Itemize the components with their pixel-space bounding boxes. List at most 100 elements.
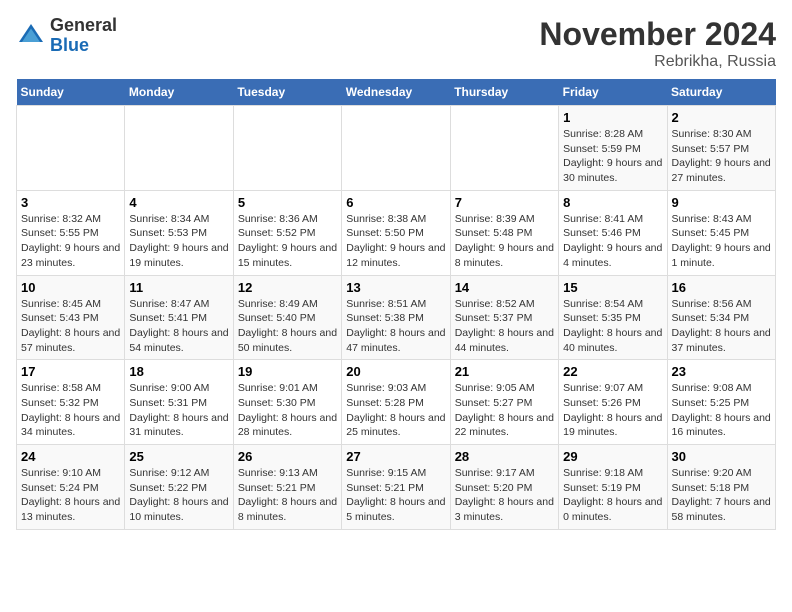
calendar-day-cell: 15 Sunrise: 8:54 AMSunset: 5:35 PMDayligh… xyxy=(559,275,667,360)
calendar-day-cell: 23Sunrise: 9:08 AMSunset: 5:25 PMDayligh… xyxy=(667,360,775,445)
calendar-day-cell: 28Sunrise: 9:17 AMSunset: 5:20 PMDayligh… xyxy=(450,445,558,530)
day-info: Sunrise: 9:17 AMSunset: 5:20 PMDaylight:… xyxy=(455,466,554,525)
day-of-week-header: Tuesday xyxy=(233,79,341,106)
day-of-week-header: Sunday xyxy=(17,79,125,106)
day-info: Sunrise: 8:30 AMSunset: 5:57 PMDaylight:… xyxy=(672,127,771,186)
day-info: Sunrise: 8:43 AMSunset: 5:45 PMDaylight:… xyxy=(672,212,771,271)
day-info: Sunrise: 9:15 AMSunset: 5:21 PMDaylight:… xyxy=(346,466,445,525)
day-number: 30 xyxy=(672,449,771,464)
calendar-header-row: SundayMondayTuesdayWednesdayThursdayFrid… xyxy=(17,79,776,106)
calendar-day-cell: 6 Sunrise: 8:38 AMSunset: 5:50 PMDaylight… xyxy=(342,190,450,275)
day-info: Sunrise: 8:45 AMSunset: 5:43 PMDaylight:… xyxy=(21,297,120,356)
day-of-week-header: Wednesday xyxy=(342,79,450,106)
day-info: Sunrise: 9:20 AMSunset: 5:18 PMDaylight:… xyxy=(672,466,771,525)
calendar-day-cell: 4 Sunrise: 8:34 AMSunset: 5:53 PMDaylight… xyxy=(125,190,233,275)
calendar-week-row: 1 Sunrise: 8:28 AMSunset: 5:59 PMDaylight… xyxy=(17,106,776,191)
day-number: 6 xyxy=(346,195,445,210)
day-info: Sunrise: 8:56 AMSunset: 5:34 PMDaylight:… xyxy=(672,297,771,356)
day-number: 20 xyxy=(346,364,445,379)
calendar-day-cell: 7 Sunrise: 8:39 AMSunset: 5:48 PMDaylight… xyxy=(450,190,558,275)
day-number: 26 xyxy=(238,449,337,464)
day-number: 2 xyxy=(672,110,771,125)
calendar-day-cell: 18Sunrise: 9:00 AMSunset: 5:31 PMDayligh… xyxy=(125,360,233,445)
calendar-day-cell: 14Sunrise: 8:52 AMSunset: 5:37 PMDayligh… xyxy=(450,275,558,360)
day-of-week-header: Saturday xyxy=(667,79,775,106)
day-number: 21 xyxy=(455,364,554,379)
day-number: 13 xyxy=(346,280,445,295)
calendar-day-cell: 9Sunrise: 8:43 AMSunset: 5:45 PMDaylight… xyxy=(667,190,775,275)
calendar-day-cell: 3 Sunrise: 8:32 AMSunset: 5:55 PMDaylight… xyxy=(17,190,125,275)
calendar-day-cell: 8 Sunrise: 8:41 AMSunset: 5:46 PMDaylight… xyxy=(559,190,667,275)
logo-icon xyxy=(16,21,46,51)
day-info: Sunrise: 9:07 AMSunset: 5:26 PMDaylight:… xyxy=(563,381,662,440)
title-block: November 2024 Rebrikha, Russia xyxy=(539,16,776,71)
calendar-day-cell xyxy=(342,106,450,191)
day-info: Sunrise: 8:47 AMSunset: 5:41 PMDaylight:… xyxy=(129,297,228,356)
calendar-day-cell: 17 Sunrise: 8:58 AMSunset: 5:32 PMDayligh… xyxy=(17,360,125,445)
calendar-day-cell: 10 Sunrise: 8:45 AMSunset: 5:43 PMDayligh… xyxy=(17,275,125,360)
logo-text: General Blue xyxy=(50,16,117,56)
calendar-day-cell: 25 Sunrise: 9:12 AMSunset: 5:22 PMDayligh… xyxy=(125,445,233,530)
day-number: 1 xyxy=(563,110,662,125)
calendar-day-cell: 12Sunrise: 8:49 AMSunset: 5:40 PMDayligh… xyxy=(233,275,341,360)
day-number: 17 xyxy=(21,364,120,379)
day-info: Sunrise: 9:10 AMSunset: 5:24 PMDaylight:… xyxy=(21,466,120,525)
day-info: Sunrise: 9:03 AMSunset: 5:28 PMDaylight:… xyxy=(346,381,445,440)
page-header: General Blue November 2024 Rebrikha, Rus… xyxy=(16,16,776,71)
calendar-day-cell: 22 Sunrise: 9:07 AMSunset: 5:26 PMDayligh… xyxy=(559,360,667,445)
day-number: 25 xyxy=(129,449,228,464)
calendar-day-cell xyxy=(17,106,125,191)
day-number: 18 xyxy=(129,364,228,379)
day-info: Sunrise: 8:41 AMSunset: 5:46 PMDaylight:… xyxy=(563,212,662,271)
day-number: 8 xyxy=(563,195,662,210)
calendar-day-cell: 29 Sunrise: 9:18 AMSunset: 5:19 PMDayligh… xyxy=(559,445,667,530)
calendar-day-cell: 20 Sunrise: 9:03 AMSunset: 5:28 PMDayligh… xyxy=(342,360,450,445)
logo-blue: Blue xyxy=(50,35,89,55)
calendar-day-cell xyxy=(233,106,341,191)
calendar-week-row: 24 Sunrise: 9:10 AMSunset: 5:24 PMDayligh… xyxy=(17,445,776,530)
location: Rebrikha, Russia xyxy=(539,53,776,71)
day-number: 29 xyxy=(563,449,662,464)
day-info: Sunrise: 8:32 AMSunset: 5:55 PMDaylight:… xyxy=(21,212,120,271)
logo-general: General xyxy=(50,15,117,35)
calendar-day-cell: 1 Sunrise: 8:28 AMSunset: 5:59 PMDaylight… xyxy=(559,106,667,191)
day-info: Sunrise: 9:01 AMSunset: 5:30 PMDaylight:… xyxy=(238,381,337,440)
calendar-day-cell: 2 Sunrise: 8:30 AMSunset: 5:57 PMDaylight… xyxy=(667,106,775,191)
calendar-day-cell: 26 Sunrise: 9:13 AMSunset: 5:21 PMDayligh… xyxy=(233,445,341,530)
month-title: November 2024 xyxy=(539,16,776,53)
calendar-day-cell: 16Sunrise: 8:56 AMSunset: 5:34 PMDayligh… xyxy=(667,275,775,360)
day-info: Sunrise: 8:58 AMSunset: 5:32 PMDaylight:… xyxy=(21,381,120,440)
day-info: Sunrise: 8:38 AMSunset: 5:50 PMDaylight:… xyxy=(346,212,445,271)
day-number: 7 xyxy=(455,195,554,210)
day-number: 5 xyxy=(238,195,337,210)
day-info: Sunrise: 9:13 AMSunset: 5:21 PMDaylight:… xyxy=(238,466,337,525)
day-info: Sunrise: 9:12 AMSunset: 5:22 PMDaylight:… xyxy=(129,466,228,525)
day-number: 22 xyxy=(563,364,662,379)
day-number: 23 xyxy=(672,364,771,379)
day-info: Sunrise: 9:18 AMSunset: 5:19 PMDaylight:… xyxy=(563,466,662,525)
day-info: Sunrise: 9:05 AMSunset: 5:27 PMDaylight:… xyxy=(455,381,554,440)
calendar-day-cell: 30 Sunrise: 9:20 AMSunset: 5:18 PMDayligh… xyxy=(667,445,775,530)
day-number: 12 xyxy=(238,280,337,295)
calendar-day-cell: 11Sunrise: 8:47 AMSunset: 5:41 PMDayligh… xyxy=(125,275,233,360)
day-number: 10 xyxy=(21,280,120,295)
calendar-day-cell: 27Sunrise: 9:15 AMSunset: 5:21 PMDayligh… xyxy=(342,445,450,530)
day-info: Sunrise: 8:39 AMSunset: 5:48 PMDaylight:… xyxy=(455,212,554,271)
day-number: 24 xyxy=(21,449,120,464)
day-number: 14 xyxy=(455,280,554,295)
day-number: 3 xyxy=(21,195,120,210)
calendar-day-cell xyxy=(450,106,558,191)
day-info: Sunrise: 8:34 AMSunset: 5:53 PMDaylight:… xyxy=(129,212,228,271)
calendar-week-row: 3 Sunrise: 8:32 AMSunset: 5:55 PMDaylight… xyxy=(17,190,776,275)
day-info: Sunrise: 8:51 AMSunset: 5:38 PMDaylight:… xyxy=(346,297,445,356)
day-number: 4 xyxy=(129,195,228,210)
day-info: Sunrise: 8:28 AMSunset: 5:59 PMDaylight:… xyxy=(563,127,662,186)
logo: General Blue xyxy=(16,16,117,56)
calendar-day-cell: 13 Sunrise: 8:51 AMSunset: 5:38 PMDayligh… xyxy=(342,275,450,360)
day-info: Sunrise: 8:54 AMSunset: 5:35 PMDaylight:… xyxy=(563,297,662,356)
calendar-day-cell: 21 Sunrise: 9:05 AMSunset: 5:27 PMDayligh… xyxy=(450,360,558,445)
calendar-day-cell: 24 Sunrise: 9:10 AMSunset: 5:24 PMDayligh… xyxy=(17,445,125,530)
calendar-week-row: 10 Sunrise: 8:45 AMSunset: 5:43 PMDayligh… xyxy=(17,275,776,360)
day-of-week-header: Thursday xyxy=(450,79,558,106)
day-number: 15 xyxy=(563,280,662,295)
